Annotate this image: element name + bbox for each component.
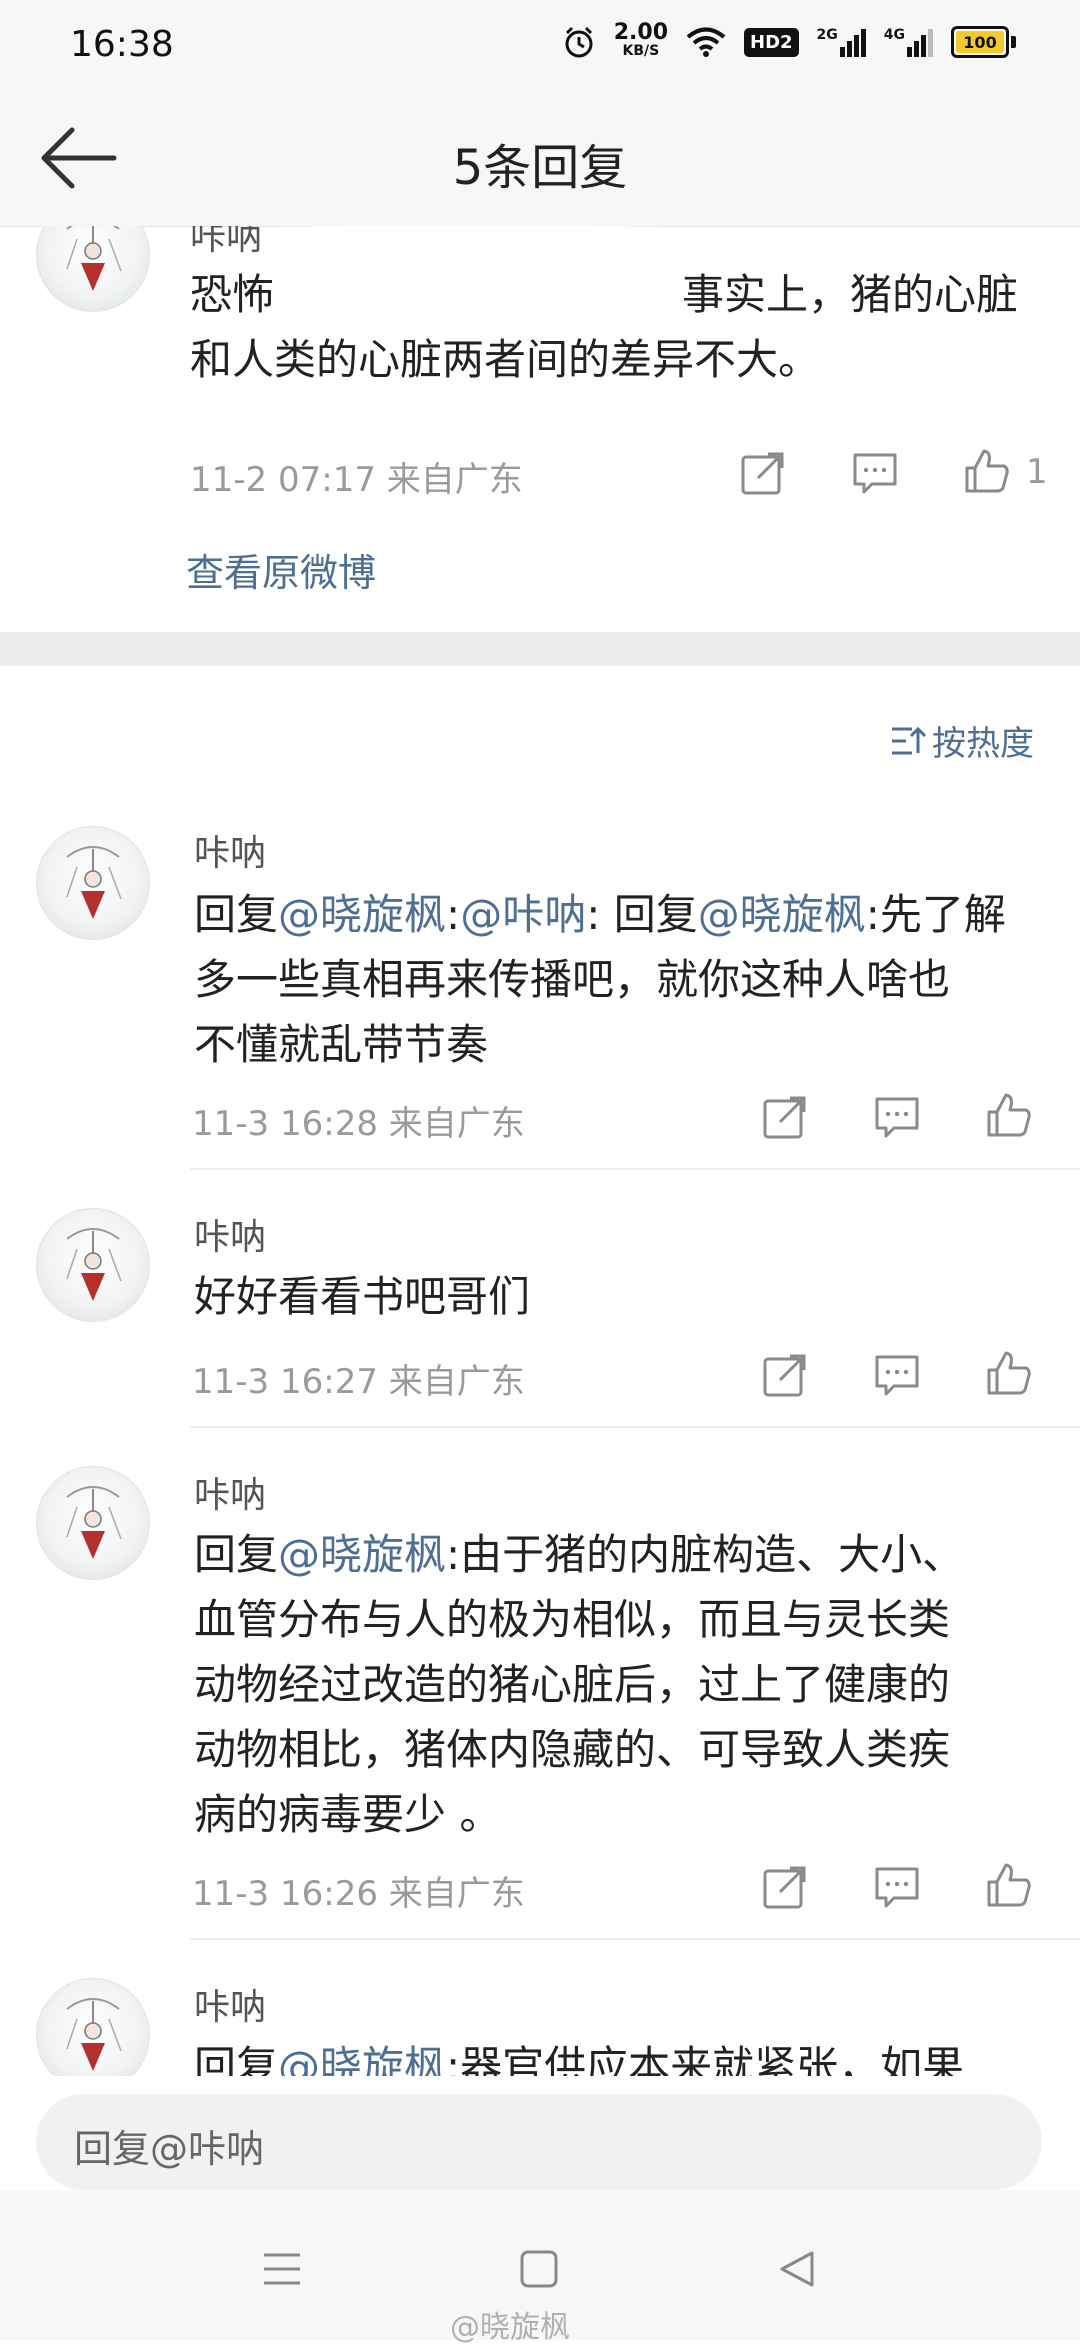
battery-cap — [1011, 36, 1016, 48]
reply-text-line2: 血管分布与人的极为相似，而且与灵长类 — [194, 1595, 951, 1644]
reply-text-line1: 回复@晓旋枫:@咔呐: 回复@晓旋枫:先了解 — [194, 882, 1006, 947]
comment-icon[interactable] — [874, 1864, 920, 1910]
avatar[interactable] — [36, 826, 150, 940]
signal-icon — [907, 29, 933, 57]
mention-link[interactable]: @晓旋枫 — [278, 890, 446, 939]
net-speed-value: 2.00 — [613, 20, 668, 45]
reply-prefix: 回复 — [194, 890, 279, 939]
like-icon[interactable] — [986, 1350, 1032, 1396]
comment-icon[interactable] — [852, 450, 898, 496]
system-nav-bar: @晓旋枫 — [0, 2190, 1080, 2345]
reply-author[interactable]: 咔呐 — [194, 1978, 266, 2030]
reply-text-line3: 动物经过改造的猪心脏后，过上了健康的 — [194, 1660, 951, 1709]
mention-link[interactable]: @晓旋枫 — [698, 890, 866, 939]
comment-icon[interactable] — [874, 1094, 920, 1140]
reply-separator: : 回复 — [586, 890, 698, 939]
reply-input[interactable]: 回复@咔呐 — [36, 2094, 1042, 2190]
home-square-icon[interactable] — [520, 2250, 558, 2288]
reply-prefix: 回复 — [194, 1530, 279, 1579]
battery-icon: 100 — [951, 26, 1009, 58]
reply-divider — [190, 1168, 1080, 1170]
share-icon[interactable] — [740, 450, 786, 496]
reply-divider — [190, 1938, 1080, 1940]
avatar-illustration-icon — [66, 846, 122, 919]
like-icon[interactable] — [964, 448, 1010, 494]
avatar-illustration-icon — [66, 1998, 122, 2071]
avatar-illustration-icon — [66, 1486, 122, 1559]
status-time: 16:38 — [70, 24, 174, 65]
sort-button[interactable]: 按热度 — [890, 716, 1034, 765]
mention-link[interactable]: @晓旋枫 — [278, 1530, 446, 1579]
reply-input-placeholder: 回复@咔呐 — [74, 2127, 265, 2171]
sort-label: 按热度 — [932, 724, 1034, 764]
comment-author[interactable]: 咔呐 — [190, 226, 262, 260]
reply-author[interactable]: 咔呐 — [194, 824, 266, 876]
signal-4g-label: 4G — [883, 27, 905, 43]
mention-link[interactable]: @咔呐 — [460, 890, 586, 939]
mention-link[interactable]: @晓旋枫 — [278, 2042, 446, 2076]
watermark: @晓旋枫 — [450, 2310, 570, 2345]
net-speed: 2.00 KB/S — [613, 20, 668, 60]
reply-meta: 11-3 16:28 来自广东 — [192, 1104, 525, 1144]
reply-author[interactable]: 咔呐 — [194, 1208, 266, 1260]
reply-text-segment: :由于猪的内脏构造、大小、 — [446, 1530, 965, 1579]
share-icon[interactable] — [762, 1864, 808, 1910]
avatar[interactable] — [36, 226, 150, 312]
reply-text-line1: 回复@晓旋枫:由于猪的内脏构造、大小、 — [194, 1522, 964, 1587]
reply-divider — [190, 1426, 1080, 1428]
hd-badge: HD2 — [744, 27, 799, 57]
like-icon[interactable] — [986, 1862, 1032, 1908]
reply-text-line4: 动物相比，猪体内隐藏的、可导致人类疾 — [194, 1725, 951, 1774]
reply-text-line2: 多一些真相再来传播吧，就你这种人啥也 — [194, 955, 951, 1004]
reply-prefix: 回复 — [194, 2042, 279, 2076]
nav-bar: 5条回复 — [0, 90, 1080, 227]
status-icons: 2.00 KB/S HD2 2G 4G 100 — [562, 20, 1016, 60]
alarm-icon — [565, 26, 593, 58]
like-icon[interactable] — [986, 1092, 1032, 1138]
avatar-illustration-icon — [66, 226, 122, 291]
reply-text-line1: 好好看看书吧哥们 — [194, 1272, 531, 1321]
comment-text-part2: 事实上，猪的心脏 — [682, 270, 1019, 319]
share-icon[interactable] — [762, 1352, 808, 1398]
battery-level: 100 — [963, 32, 997, 52]
like-count: 1 — [1026, 452, 1048, 492]
view-original-post-link[interactable]: 查看原微博 — [186, 542, 376, 597]
redacted-area — [280, 226, 660, 336]
reply-meta: 11-3 16:27 来自广东 — [192, 1362, 525, 1402]
reply-text-line5: 病的病毒要少 。 — [194, 1790, 502, 1839]
reply-meta: 11-3 16:26 来自广东 — [192, 1874, 525, 1914]
comment-meta: 11-2 07:17 来自广东 — [190, 460, 523, 500]
avatar[interactable] — [36, 1208, 150, 1322]
reply-text-line3: 不懂就乱带节奏 — [194, 1020, 489, 1069]
comment-thread[interactable]: 咔呐 恐怖 事实上，猪的心脏 和人类的心脏两者间的差异不大。 11-2 07:1… — [0, 226, 1080, 2076]
signal-icon — [839, 29, 866, 57]
page-title: 5条回复 — [452, 140, 628, 196]
avatar-illustration-icon — [66, 1228, 122, 1301]
signal-2g-label: 2G — [816, 27, 838, 43]
reply-text-line1: 回复@晓旋枫:器官供应本来就紧张，如果 — [194, 2034, 964, 2076]
reply-text-segment: :先了解 — [865, 890, 1006, 939]
comment-text-line2: 和人类的心脏两者间的差异不大。 — [190, 335, 821, 384]
back-triangle-icon[interactable] — [778, 2250, 816, 2288]
sort-icon — [892, 726, 926, 754]
wifi-icon — [686, 27, 726, 57]
share-icon[interactable] — [762, 1094, 808, 1140]
signal-2g: 2G — [817, 27, 866, 57]
avatar[interactable] — [36, 1978, 150, 2076]
section-divider — [0, 632, 1080, 666]
menu-icon[interactable] — [262, 2252, 302, 2286]
reply-separator: : — [446, 890, 461, 939]
status-bar: 16:38 2.00 KB/S HD2 2G 4G 100 — [0, 0, 1080, 90]
comment-icon[interactable] — [874, 1352, 920, 1398]
avatar[interactable] — [36, 1466, 150, 1580]
reply-text-segment: :器官供应本来就紧张，如果 — [446, 2042, 965, 2076]
reply-author[interactable]: 咔呐 — [194, 1466, 266, 1518]
signal-4g: 4G — [884, 27, 933, 57]
comment-text-part1: 恐怖 — [190, 270, 275, 319]
